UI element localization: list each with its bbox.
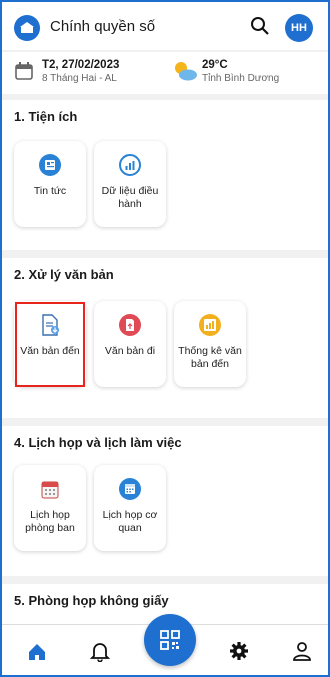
news-icon bbox=[39, 154, 61, 176]
tile-label: Thống kê văn bản đến bbox=[178, 345, 242, 370]
search-icon[interactable] bbox=[250, 16, 270, 36]
qr-code-icon bbox=[160, 630, 180, 650]
section-utilities: 1. Tiện ích Tin tức Dữ liệu điều hành bbox=[2, 100, 328, 250]
user-icon[interactable] bbox=[291, 640, 313, 662]
tile-agency-meetings[interactable]: Lịch họp cơ quan bbox=[94, 465, 166, 551]
info-bar: T2, 27/02/2023 8 Tháng Hai - AL 29°C Tỉn… bbox=[2, 52, 328, 94]
section-title: 5. Phòng họp không giấy bbox=[14, 593, 169, 608]
tile-operation-data[interactable]: Dữ liệu điều hành bbox=[94, 141, 166, 227]
section-title: 2. Xử lý văn bản bbox=[14, 267, 114, 282]
app-header: Chính quyền số HH bbox=[2, 2, 328, 50]
app-frame: Chính quyền số HH T2, 27/02/2023 8 Tháng… bbox=[0, 0, 330, 677]
calendar-icon bbox=[41, 481, 59, 499]
outgoing-document-icon bbox=[119, 314, 141, 336]
chart-icon bbox=[119, 154, 141, 176]
calendar-icon bbox=[15, 62, 33, 80]
section-document-processing: 2. Xử lý văn bản Văn bản đến Văn bản đi … bbox=[2, 258, 328, 418]
lunar-date: 8 Tháng Hai - AL bbox=[42, 73, 117, 84]
section-title: 1. Tiện ích bbox=[14, 109, 78, 124]
bell-icon[interactable] bbox=[89, 640, 111, 662]
tile-department-meetings[interactable]: Lịch họp phòng ban bbox=[14, 465, 86, 551]
section-title: 4. Lịch họp và lịch làm việc bbox=[14, 435, 182, 450]
qr-scan-button[interactable] bbox=[144, 614, 196, 666]
avatar[interactable]: HH bbox=[285, 14, 313, 42]
gear-icon[interactable] bbox=[228, 640, 250, 662]
temperature: 29°C bbox=[202, 59, 228, 71]
app-title: Chính quyền số bbox=[50, 18, 156, 35]
tile-label: Lịch họp cơ quan bbox=[102, 509, 158, 534]
weather-partly-cloudy-icon bbox=[175, 62, 197, 81]
calendar-icon bbox=[119, 478, 141, 500]
current-date: T2, 27/02/2023 bbox=[42, 59, 120, 71]
tile-outgoing-documents[interactable]: Văn bản đi bbox=[94, 301, 166, 387]
selection-highlight bbox=[15, 302, 85, 387]
tile-label: Dữ liệu điều hành bbox=[101, 185, 159, 210]
statistics-icon bbox=[199, 314, 221, 336]
tile-label: Lịch họp phòng ban bbox=[25, 509, 75, 534]
tile-label: Văn bản đi bbox=[104, 345, 156, 357]
home-icon[interactable] bbox=[26, 641, 48, 663]
tile-incoming-statistics[interactable]: Thống kê văn bản đến bbox=[174, 301, 246, 387]
tile-news[interactable]: Tin tức bbox=[14, 141, 86, 227]
app-logo-icon bbox=[14, 15, 40, 41]
tile-label: Tin tức bbox=[33, 185, 67, 197]
location: Tỉnh Bình Dương bbox=[202, 73, 280, 84]
section-meeting-calendar: 4. Lịch họp và lịch làm việc Lịch họp ph… bbox=[2, 426, 328, 576]
